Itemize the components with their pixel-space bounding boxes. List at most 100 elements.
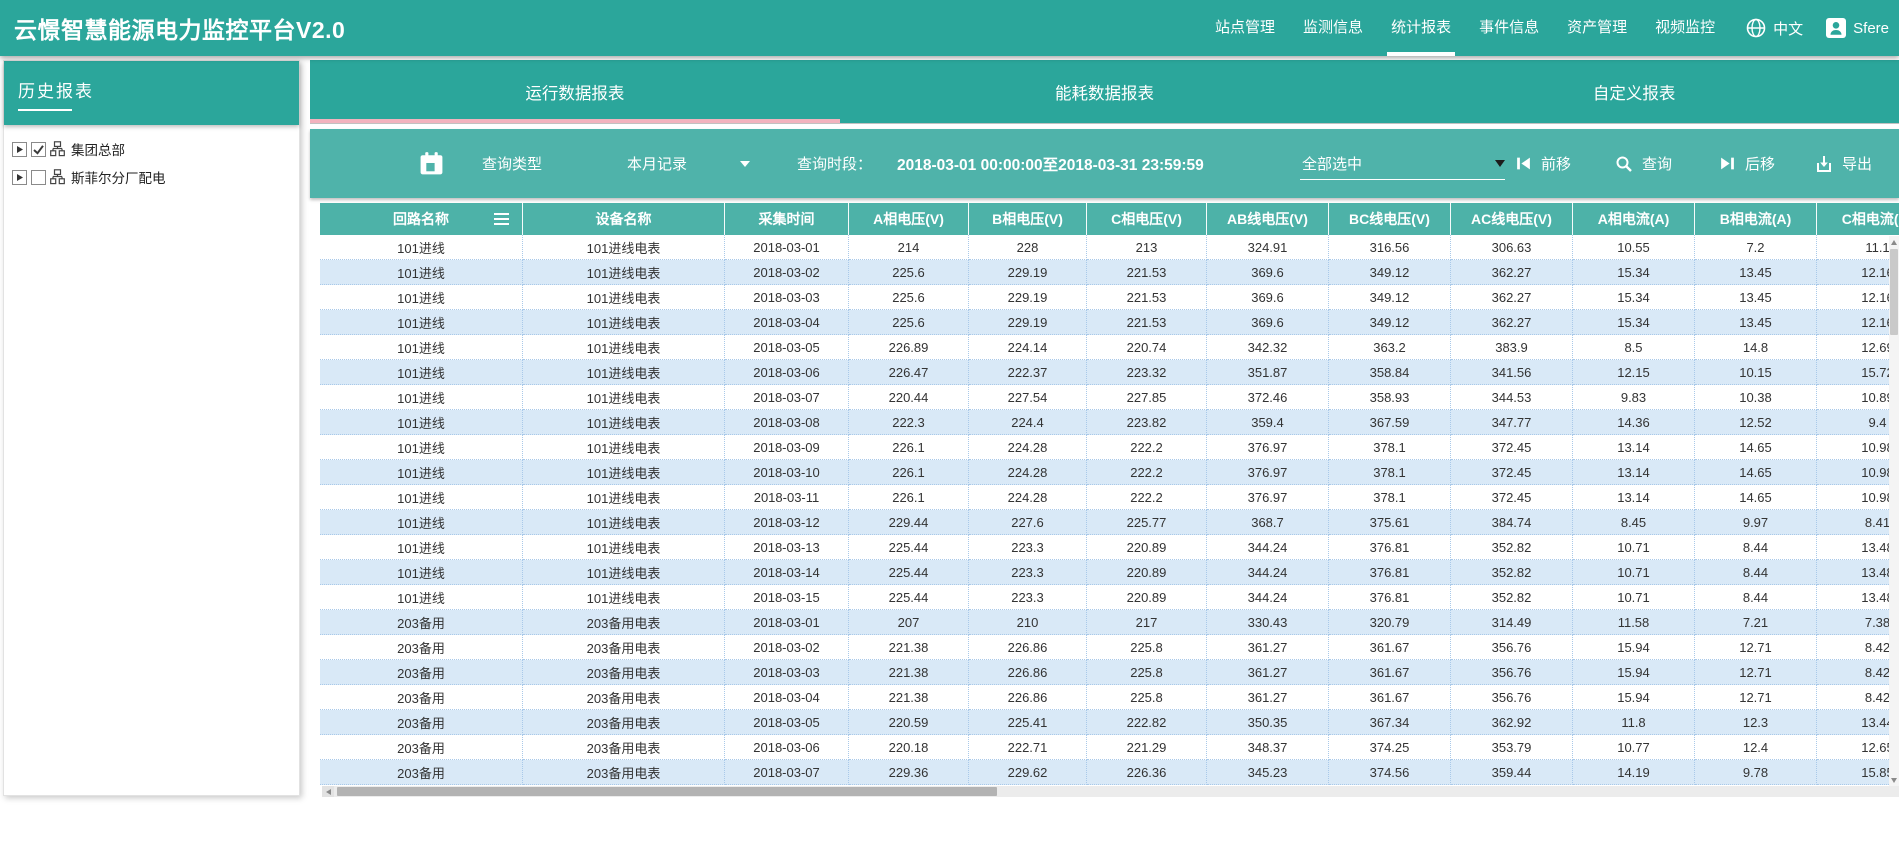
cell: 2018-03-01 (725, 235, 849, 260)
column-header-5[interactable]: B相电压(V) (969, 203, 1087, 235)
cell: 359.4 (1207, 410, 1329, 435)
language-switcher[interactable]: 中文 (1767, 18, 1809, 39)
scroll-up-arrow-icon[interactable] (1889, 236, 1899, 248)
scroll-down-arrow-icon[interactable] (1889, 774, 1899, 786)
tree-item-1[interactable]: 集团总部 (4, 135, 299, 163)
cell: 353.79 (1451, 735, 1573, 760)
globe-icon[interactable] (1745, 17, 1767, 39)
cell: 12.16 (1817, 285, 1899, 310)
cell: 222.2 (1087, 485, 1207, 510)
table-row[interactable]: 101进线101进线电表2018-03-06226.47222.37223.32… (320, 360, 1899, 385)
column-header-9[interactable]: AC线电压(V) (1451, 203, 1573, 235)
prev-button[interactable]: 前移 (1515, 129, 1571, 198)
tree-item-2[interactable]: 斯菲尔分厂配电 (4, 163, 299, 191)
column-header-4[interactable]: A相电压(V) (849, 203, 969, 235)
cell: 10.55 (1573, 235, 1695, 260)
nav-item-4[interactable]: 事件信息 (1465, 0, 1553, 56)
cell: 227.6 (969, 510, 1087, 535)
cell: 13.48 (1817, 585, 1899, 610)
table-row[interactable]: 203备用203备用电表2018-03-04221.38226.86225.83… (320, 685, 1899, 710)
table-row[interactable]: 101进线101进线电表2018-03-12229.44227.6225.773… (320, 510, 1899, 535)
cell: 2018-03-06 (725, 735, 849, 760)
next-button[interactable]: 后移 (1719, 129, 1775, 198)
cell: 101进线电表 (523, 335, 725, 360)
table-row[interactable]: 203备用203备用电表2018-03-02221.38226.86225.83… (320, 635, 1899, 660)
scroll-left-arrow-icon[interactable] (322, 786, 334, 797)
cell: 330.43 (1207, 610, 1329, 635)
query-type-caret-icon[interactable] (740, 129, 750, 198)
export-button[interactable]: 导出 (1815, 129, 1872, 198)
cell: 229.36 (849, 760, 969, 785)
column-header-8[interactable]: BC线电压(V) (1329, 203, 1451, 235)
table-row[interactable]: 101进线101进线电表2018-03-10226.1224.28222.237… (320, 460, 1899, 485)
user-icon[interactable] (1825, 17, 1847, 39)
table-row[interactable]: 101进线101进线电表2018-03-07220.44227.54227.85… (320, 385, 1899, 410)
horizontal-scrollbar[interactable] (322, 786, 1899, 797)
tab-2[interactable]: 能耗数据报表 (840, 60, 1370, 123)
cell: 222.71 (969, 735, 1087, 760)
table-row[interactable]: 203备用203备用电表2018-03-06220.18222.71221.29… (320, 735, 1899, 760)
cell: 14.65 (1695, 485, 1817, 510)
nav-item-5[interactable]: 资产管理 (1553, 0, 1641, 56)
user-name[interactable]: Sfere (1847, 20, 1895, 37)
column-header-1[interactable]: 回路名称 (320, 203, 523, 235)
cell: 101进线 (320, 460, 523, 485)
table-row[interactable]: 203备用203备用电表2018-03-07229.36229.62226.36… (320, 760, 1899, 785)
nav-item-2[interactable]: 监测信息 (1289, 0, 1377, 56)
column-header-7[interactable]: AB线电压(V) (1207, 203, 1329, 235)
cell: 369.6 (1207, 310, 1329, 335)
tab-3[interactable]: 自定义报表 (1369, 60, 1899, 123)
table-row[interactable]: 101进线101进线电表2018-03-05226.89224.14220.74… (320, 335, 1899, 360)
cell: 12.16 (1817, 310, 1899, 335)
cell: 9.4 (1817, 410, 1899, 435)
org-icon (50, 141, 65, 157)
device-select-all-dropdown[interactable]: 全部选中 (1300, 147, 1505, 180)
query-type-select[interactable]: 本月记录 (627, 129, 687, 198)
cell: 361.67 (1329, 660, 1451, 685)
table-row[interactable]: 101进线101进线电表2018-03-08222.3224.4223.8235… (320, 410, 1899, 435)
column-header-10[interactable]: A相电流(A) (1573, 203, 1695, 235)
cell: 361.27 (1207, 660, 1329, 685)
vertical-scrollbar[interactable] (1889, 236, 1899, 786)
vertical-scrollbar-thumb[interactable] (1890, 249, 1898, 335)
table-row[interactable]: 101进线101进线电表2018-03-11226.1224.28222.237… (320, 485, 1899, 510)
cell: 2018-03-08 (725, 410, 849, 435)
cell: 376.81 (1329, 535, 1451, 560)
column-header-11[interactable]: B相电流(A) (1695, 203, 1817, 235)
column-header-12[interactable]: C相电流(A) (1817, 203, 1899, 235)
cell: 101进线电表 (523, 260, 725, 285)
cell: 344.53 (1451, 385, 1573, 410)
cell: 224.28 (969, 435, 1087, 460)
table-row[interactable]: 203备用203备用电表2018-03-05220.59225.41222.82… (320, 710, 1899, 735)
column-header-6[interactable]: C相电压(V) (1087, 203, 1207, 235)
table-row[interactable]: 203备用203备用电表2018-03-03221.38226.86225.83… (320, 660, 1899, 685)
table-row[interactable]: 101进线101进线电表2018-03-01214228213324.91316… (320, 235, 1899, 260)
search-button[interactable]: 查询 (1615, 129, 1672, 198)
column-header-2[interactable]: 设备名称 (523, 203, 725, 235)
cell: 2018-03-10 (725, 460, 849, 485)
cell: 229.19 (969, 260, 1087, 285)
search-icon (1615, 155, 1633, 173)
column-menu-icon[interactable] (494, 213, 509, 225)
table-row[interactable]: 101进线101进线电表2018-03-14225.44223.3220.893… (320, 560, 1899, 585)
nav-item-3[interactable]: 统计报表 (1377, 0, 1465, 56)
table-row[interactable]: 101进线101进线电表2018-03-09226.1224.28222.237… (320, 435, 1899, 460)
cell: 101进线电表 (523, 485, 725, 510)
table-row[interactable]: 101进线101进线电表2018-03-02225.6229.19221.533… (320, 260, 1899, 285)
table-row[interactable]: 101进线101进线电表2018-03-15225.44223.3220.893… (320, 585, 1899, 610)
cell: 226.1 (849, 485, 969, 510)
nav-item-1[interactable]: 站点管理 (1201, 0, 1289, 56)
table-row[interactable]: 203备用203备用电表2018-03-01207210217330.43320… (320, 610, 1899, 635)
column-header-3[interactable]: 采集时间 (725, 203, 849, 235)
table-row[interactable]: 101进线101进线电表2018-03-13225.44223.3220.893… (320, 535, 1899, 560)
cell: 221.38 (849, 660, 969, 685)
cell: 220.44 (849, 385, 969, 410)
cell: 356.76 (1451, 660, 1573, 685)
cell: 101进线 (320, 360, 523, 385)
table-row[interactable]: 101进线101进线电表2018-03-04225.6229.19221.533… (320, 310, 1899, 335)
nav-item-6[interactable]: 视频监控 (1641, 0, 1729, 56)
cell: 101进线电表 (523, 410, 725, 435)
tab-1[interactable]: 运行数据报表 (310, 60, 840, 123)
horizontal-scrollbar-thumb[interactable] (337, 787, 997, 796)
table-row[interactable]: 101进线101进线电表2018-03-03225.6229.19221.533… (320, 285, 1899, 310)
